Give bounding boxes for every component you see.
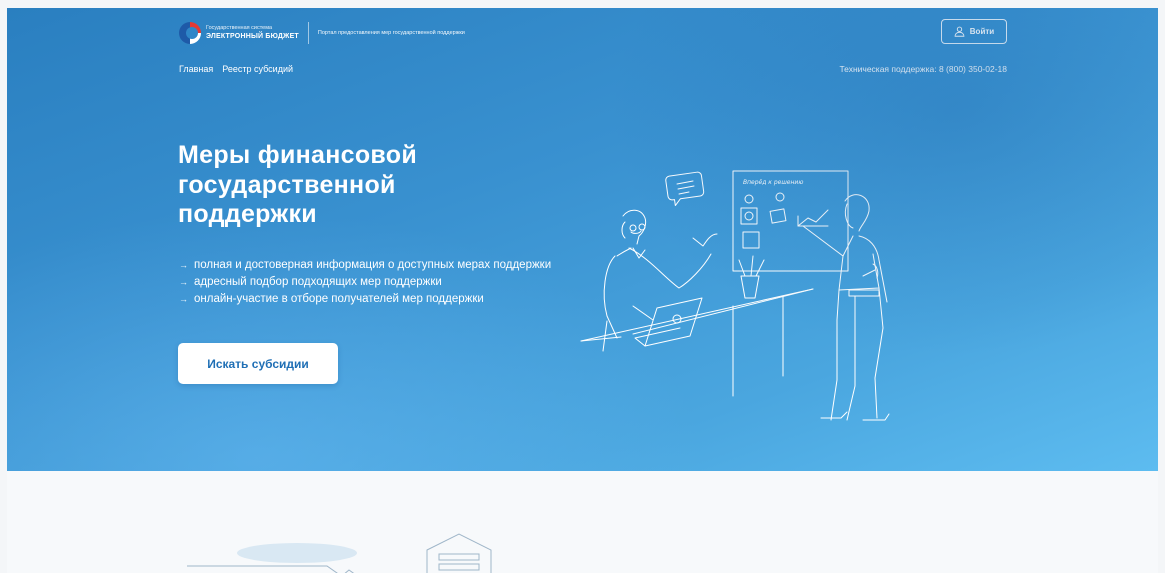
login-label: Войти: [969, 27, 995, 36]
main-nav: Главная Реестр субсидий: [179, 64, 293, 74]
list-item: → полная и достоверная информация о досту…: [179, 259, 552, 271]
page: Государственная система ЭЛЕКТРОННЫЙ БЮДЖ…: [7, 8, 1158, 573]
nav-item-subsidy-registry[interactable]: Реестр субсидий: [222, 64, 293, 74]
logo-title: ЭЛЕКТРОННЫЙ БЮДЖЕТ: [206, 33, 299, 41]
hero-section: Государственная система ЭЛЕКТРОННЫЙ БЮДЖ…: [7, 8, 1158, 471]
login-button[interactable]: Войти: [941, 19, 1007, 44]
logo-divider: [307, 22, 309, 44]
list-item: → адресный подбор подходящих мер поддержк…: [179, 276, 442, 288]
logo-icon: [179, 22, 201, 44]
logo-subtitle: Государственная система: [206, 24, 273, 31]
arrow-right-icon: →: [179, 294, 188, 304]
arrow-right-icon: →: [179, 277, 188, 287]
list-item: → онлайн-участие в отборе получателей мер…: [179, 293, 484, 305]
site-logo[interactable]: Государственная система ЭЛЕКТРОННЫЙ БЮДЖ…: [179, 20, 465, 46]
arrow-right-icon: →: [179, 260, 188, 270]
hero-illustration: Вперёд к решению: [580, 170, 890, 421]
hero-benefits-list: → полная и достоверная информация о досту…: [179, 257, 551, 308]
search-subsidies-button[interactable]: Искать субсидии: [178, 343, 338, 384]
nav-item-home[interactable]: Главная: [179, 64, 213, 74]
user-icon: [954, 26, 965, 37]
bottom-illustration: [187, 533, 492, 573]
hero-title: Меры финансовой государственной поддержк…: [178, 141, 417, 228]
board-caption: Вперёд к решению: [743, 179, 803, 186]
support-phone[interactable]: Техническая поддержка: 8 (800) 350-02-18: [839, 64, 1007, 74]
portal-title: Портал предоставления мер государственно…: [317, 30, 465, 36]
